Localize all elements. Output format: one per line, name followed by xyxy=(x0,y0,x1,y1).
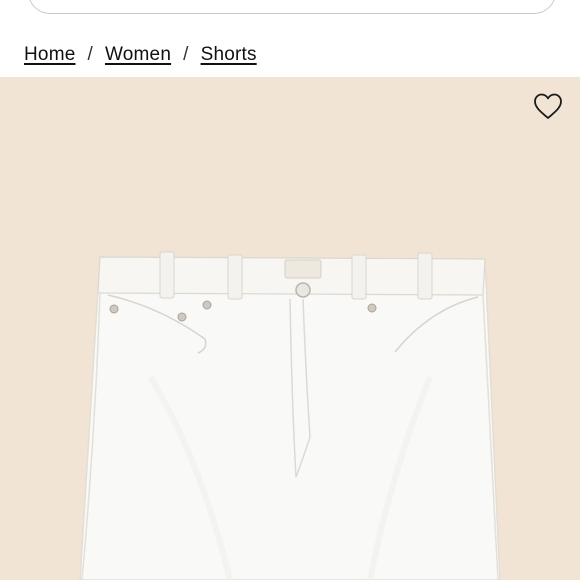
shorts-illustration xyxy=(79,251,501,580)
product-image[interactable] xyxy=(0,77,580,580)
breadcrumb: Home / Women / Shorts xyxy=(24,44,257,66)
search-bar[interactable] xyxy=(28,0,556,14)
breadcrumb-separator: / xyxy=(87,44,93,65)
breadcrumb-home-link[interactable]: Home xyxy=(24,44,75,66)
breadcrumb-shorts-link[interactable]: Shorts xyxy=(201,44,257,66)
breadcrumb-women-link[interactable]: Women xyxy=(105,44,171,66)
heart-outline-icon[interactable] xyxy=(532,91,564,121)
breadcrumb-separator: / xyxy=(183,44,189,65)
